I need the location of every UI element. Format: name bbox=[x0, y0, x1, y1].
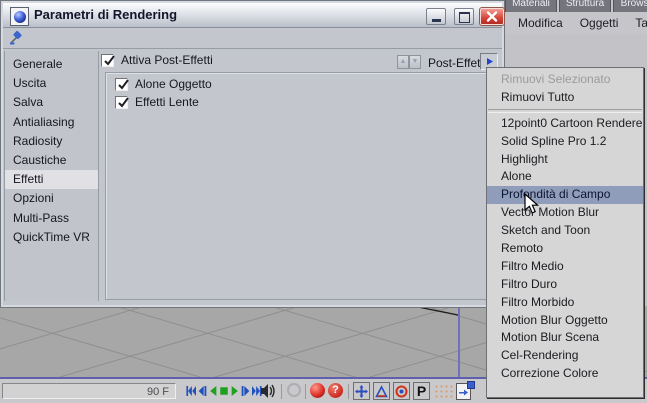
menu-item-rimuovi-selezionato: Rimuovi Selezionato bbox=[501, 72, 611, 86]
sidebar-item-effetti[interactable]: Effetti bbox=[5, 170, 98, 190]
menu-item-cel-rendering[interactable]: Cel-Rendering bbox=[487, 347, 643, 365]
close-button[interactable] bbox=[479, 7, 505, 26]
menu-item-motion-blur-scena[interactable]: Motion Blur Scena bbox=[487, 329, 643, 347]
menu-item-motion-blur-oggetto[interactable]: Motion Blur Oggetto bbox=[487, 312, 643, 330]
panel-tabs: Materiali Struttura Browser bbox=[505, 0, 647, 12]
divider bbox=[281, 384, 282, 399]
chevron-down-icon[interactable]: ▼ bbox=[409, 55, 421, 69]
menu-item-cartoon-renderer[interactable]: 12point0 Cartoon Renderer bbox=[487, 115, 643, 133]
autokey-circle-icon[interactable] bbox=[287, 383, 301, 397]
render-settings-dialog: Parametri di Rendering Generale Uscita S… bbox=[0, 0, 505, 308]
menu-item-sketch-and-toon[interactable]: Sketch and Toon bbox=[487, 222, 643, 240]
menu-item-correzione-colore[interactable]: Correzione Colore bbox=[487, 365, 643, 383]
go-to-start-icon[interactable] bbox=[186, 384, 196, 398]
sidebar-item-generale[interactable]: Generale bbox=[5, 55, 98, 74]
posteffects-label: Post-Effetti bbox=[428, 56, 487, 70]
sidebar-item-antialiasing[interactable]: Antialiasing bbox=[5, 113, 98, 132]
minimize-button[interactable] bbox=[426, 8, 446, 25]
play-backward-icon[interactable] bbox=[208, 384, 218, 398]
tab-materiali[interactable]: Materiali bbox=[505, 0, 557, 12]
posteffects-context-menu: Rimuovi Selezionato Rimuovi Tutto 12poin… bbox=[486, 67, 644, 398]
dialog-title: Parametri di Rendering bbox=[34, 7, 178, 22]
effect-label: Effetti Lente bbox=[135, 95, 199, 109]
chevron-up-icon[interactable]: ▲ bbox=[397, 55, 409, 69]
badge-icon bbox=[467, 381, 475, 389]
keyframe-scale-icon[interactable] bbox=[373, 382, 390, 400]
menu-item-alone[interactable]: Alone bbox=[487, 168, 643, 186]
effect-label: Alone Oggetto bbox=[135, 77, 212, 91]
render-sphere-icon bbox=[10, 7, 29, 26]
dialog-titlebar[interactable]: Parametri di Rendering bbox=[3, 3, 505, 28]
sidebar-item-uscita[interactable]: Uscita bbox=[5, 74, 98, 93]
divider bbox=[305, 384, 306, 399]
menu-tag[interactable]: Tag bbox=[635, 16, 647, 30]
play-forward-icon[interactable] bbox=[230, 384, 240, 398]
menu-item-vector-motion-blur[interactable]: Vector Motion Blur bbox=[487, 204, 643, 222]
dialog-toolbar bbox=[3, 28, 502, 48]
app-screen: Materiali Struttura Browser Modifica Ogg… bbox=[0, 0, 647, 403]
menu-item-filtro-morbido[interactable]: Filtro Morbido bbox=[487, 294, 643, 312]
maximize-button[interactable] bbox=[454, 8, 474, 25]
sidebar-item-salva[interactable]: Salva bbox=[5, 93, 98, 112]
keyframe-position-icon[interactable] bbox=[353, 382, 370, 400]
stop-icon[interactable] bbox=[219, 384, 229, 398]
sidebar-item-radiosity[interactable]: Radiosity bbox=[5, 132, 98, 151]
menu-item-solid-spline[interactable]: Solid Spline Pro 1.2 bbox=[487, 133, 643, 151]
menu-modifica[interactable]: Modifica bbox=[518, 16, 563, 30]
help-icon[interactable]: ? bbox=[328, 383, 343, 398]
frame-counter-field[interactable]: 90 F bbox=[2, 383, 176, 399]
dots-grid-icon bbox=[434, 384, 454, 399]
keyframe-rotation-icon[interactable] bbox=[393, 382, 410, 400]
keyframe-parameter-icon[interactable]: P bbox=[413, 382, 430, 400]
menu-separator bbox=[488, 108, 642, 113]
mouse-cursor-icon bbox=[524, 193, 540, 214]
tab-struttura[interactable]: Struttura bbox=[559, 0, 611, 12]
maximize-icon bbox=[459, 12, 470, 23]
divider bbox=[348, 384, 349, 399]
sidebar-item-caustiche[interactable]: Caustiche bbox=[5, 151, 98, 170]
settings-sidebar: Generale Uscita Salva Antialiasing Radio… bbox=[4, 51, 99, 301]
previous-frame-icon[interactable] bbox=[197, 384, 207, 398]
activate-posteffects-row: Attiva Post-Effetti bbox=[101, 53, 213, 67]
activate-posteffects-label: Attiva Post-Effetti bbox=[121, 53, 213, 67]
effect-row: Alone Oggetto bbox=[115, 77, 212, 91]
menu-item-filtro-medio[interactable]: Filtro Medio bbox=[487, 258, 643, 276]
menu-item-filtro-duro[interactable]: Filtro Duro bbox=[487, 276, 643, 294]
sidebar-item-quicktimevr[interactable]: QuickTime VR bbox=[5, 228, 98, 247]
mesh-edge-line bbox=[417, 306, 459, 316]
pin-icon[interactable] bbox=[8, 30, 24, 46]
checkbox-checked[interactable] bbox=[115, 95, 129, 109]
minimize-icon bbox=[432, 19, 441, 22]
checkbox-checked[interactable] bbox=[101, 53, 115, 67]
panel-menubar: Modifica Oggetti Tag bbox=[503, 12, 647, 34]
transport-controls bbox=[186, 384, 262, 398]
menu-item-remoto[interactable]: Remoto bbox=[487, 240, 643, 258]
record-keyframe-icon[interactable] bbox=[310, 383, 325, 398]
checkbox-checked[interactable] bbox=[115, 77, 129, 91]
tab-browser[interactable]: Browser bbox=[613, 0, 647, 12]
next-frame-icon[interactable] bbox=[241, 384, 251, 398]
menu-item-profondita-di-campo[interactable]: Profondità di Campo bbox=[487, 186, 643, 205]
sidebar-item-multipass[interactable]: Multi-Pass bbox=[5, 209, 98, 228]
effect-row: Effetti Lente bbox=[115, 95, 199, 109]
speaker-icon[interactable] bbox=[260, 383, 278, 399]
close-icon bbox=[486, 11, 498, 22]
triangle-right-icon bbox=[486, 58, 493, 65]
menu-item-highlight[interactable]: Highlight bbox=[487, 151, 643, 169]
sidebar-item-opzioni[interactable]: Opzioni bbox=[5, 189, 98, 208]
menu-oggetti[interactable]: Oggetti bbox=[580, 16, 619, 30]
menu-item-rimuovi-tutto[interactable]: Rimuovi Tutto bbox=[487, 89, 643, 107]
